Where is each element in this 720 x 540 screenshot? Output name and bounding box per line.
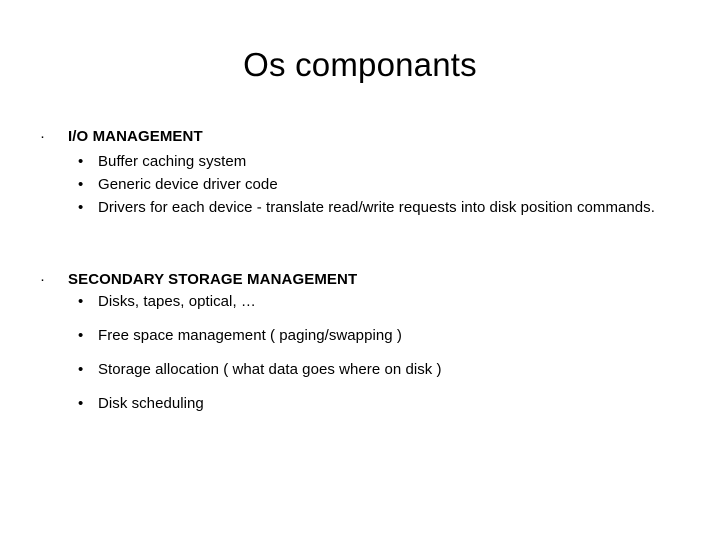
section-heading: SECONDARY STORAGE MANAGEMENT	[68, 271, 358, 288]
list-item-label: Disk scheduling	[98, 395, 204, 412]
list-item-label: Buffer caching system	[98, 153, 247, 170]
list-item-label: Drivers for each device - translate read…	[98, 199, 655, 216]
section-heading-row: · I/O MANAGEMENT	[0, 128, 720, 146]
section-heading: I/O MANAGEMENT	[68, 128, 203, 145]
sub-bullet-list: • Disks, tapes, optical, … • Free space …	[0, 290, 720, 415]
content-section: · I/O MANAGEMENT • Buffer caching system…	[0, 128, 720, 219]
list-item-label: Disks, tapes, optical, …	[98, 293, 256, 310]
slide-body: · I/O MANAGEMENT • Buffer caching system…	[0, 128, 720, 415]
bullet-dot-icon: •	[78, 327, 84, 344]
list-item-label: Free space management ( paging/swapping …	[98, 327, 402, 344]
bullet-dot-icon: •	[78, 153, 84, 170]
bullet-dot-icon: •	[78, 361, 84, 378]
list-item: • Generic device driver code	[0, 173, 720, 196]
page-title: Os componants	[243, 46, 477, 83]
slide-canvas: Os componants · I/O MANAGEMENT • Buffer …	[0, 0, 720, 540]
section-heading-row: · SECONDARY STORAGE MANAGEMENT	[0, 271, 720, 289]
list-item-label: Storage allocation ( what data goes wher…	[98, 361, 442, 378]
bullet-dot-icon: •	[78, 199, 84, 216]
list-item-label: Generic device driver code	[98, 176, 278, 193]
list-item: • Disks, tapes, optical, …	[0, 290, 720, 313]
list-item: • Drivers for each device - translate re…	[0, 196, 720, 219]
bullet-dot-icon: •	[78, 293, 84, 310]
bullet-dot-icon: •	[78, 176, 84, 193]
bullet-dot-icon: ·	[40, 128, 45, 145]
bullet-dot-icon: •	[78, 395, 84, 412]
list-item: • Disk scheduling	[0, 392, 720, 415]
list-item: • Storage allocation ( what data goes wh…	[0, 358, 720, 381]
list-item: • Free space management ( paging/swappin…	[0, 324, 720, 347]
sub-bullet-list: • Buffer caching system • Generic device…	[0, 150, 720, 219]
bullet-dot-icon: ·	[40, 271, 45, 288]
content-section: · SECONDARY STORAGE MANAGEMENT • Disks, …	[0, 271, 720, 415]
list-item: • Buffer caching system	[0, 150, 720, 173]
